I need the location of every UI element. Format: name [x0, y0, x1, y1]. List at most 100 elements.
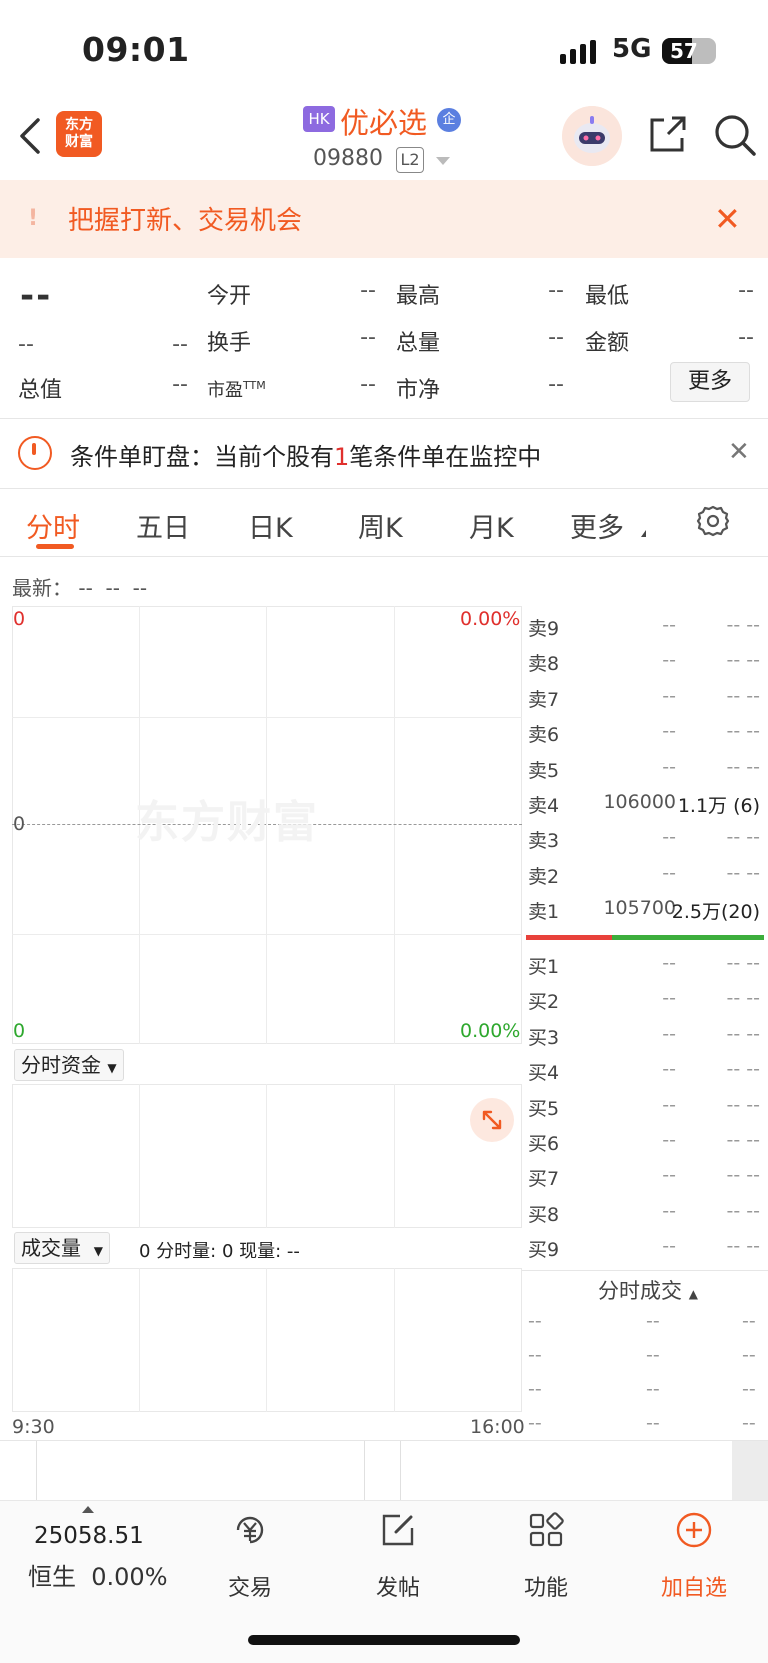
ask-price: --	[662, 684, 676, 707]
bid-volume: -- --	[726, 1164, 760, 1187]
logo-text: 东方财富	[65, 117, 93, 150]
edit-icon[interactable]	[378, 1510, 418, 1550]
ask-row[interactable]: 卖9 -- -- --	[526, 614, 768, 649]
bid-price: --	[662, 1022, 676, 1045]
trade-cell: --	[646, 1310, 660, 1332]
fund-chart[interactable]	[12, 1084, 522, 1228]
quote-value-turnover: --	[360, 325, 376, 350]
divider	[0, 488, 768, 489]
ask-row[interactable]: 卖1 105700 2.5万(20)	[526, 897, 768, 932]
chart-top-right-pct: 0.00%	[460, 608, 521, 630]
search-icon[interactable]	[712, 112, 758, 158]
index-label[interactable]: 恒生 0.00%	[28, 1557, 168, 1592]
ask-level-label: 卖6	[528, 724, 560, 747]
expand-arrows-icon	[482, 1110, 502, 1130]
tab-monthly-k[interactable]: 月K	[469, 506, 514, 545]
back-icon[interactable]	[16, 112, 46, 160]
bid-level-label: 买3	[528, 1026, 560, 1049]
tab-intraday[interactable]: 分时	[26, 506, 80, 545]
scroll-thumb[interactable]	[732, 1441, 768, 1501]
ask-volume: -- --	[726, 826, 760, 849]
ask-level-label: 卖4	[528, 795, 560, 817]
add-watchlist-button[interactable]: 加自选	[634, 1570, 754, 1602]
bid-row[interactable]: 买7 -- -- --	[526, 1164, 768, 1199]
watermark: 东方财富	[135, 797, 319, 848]
pe-label: 市盈	[207, 380, 243, 401]
more-quote-button[interactable]: 更多	[670, 362, 750, 402]
index-value[interactable]: 25058.51	[34, 1523, 144, 1549]
status-time: 09:01	[82, 30, 190, 69]
volume-chart[interactable]	[12, 1268, 522, 1412]
stock-name[interactable]: 优必选	[340, 100, 427, 142]
grid-line	[394, 1268, 395, 1412]
bid-row[interactable]: 买5 -- -- --	[526, 1094, 768, 1129]
volume-dropdown[interactable]: 成交量 ▼	[14, 1232, 110, 1264]
stock-code[interactable]: 09880	[313, 146, 383, 171]
fund-dropdown[interactable]: 分时资金 ▼	[14, 1049, 124, 1081]
assistant-robot-icon[interactable]	[562, 106, 622, 166]
ask-level-label: 卖1	[528, 901, 560, 924]
grid-line	[139, 1268, 140, 1412]
tab-more[interactable]: 更多	[570, 506, 624, 545]
close-icon[interactable]: ✕	[714, 200, 741, 238]
trade-button[interactable]: 交易	[190, 1570, 310, 1602]
ask-row[interactable]: 卖8 -- -- --	[526, 649, 768, 684]
chevron-up-icon[interactable]	[82, 1506, 94, 1513]
divider	[400, 1441, 401, 1501]
ask-row[interactable]: 卖3 -- -- --	[526, 826, 768, 861]
ask-level-label: 卖2	[528, 865, 560, 888]
trade-cell: --	[742, 1344, 756, 1366]
bid-level-label: 买8	[528, 1203, 560, 1226]
bid-row[interactable]: 买9 -- -- --	[526, 1235, 768, 1270]
ask-price: --	[662, 755, 676, 778]
trade-cell: --	[528, 1310, 542, 1332]
quote-value-amount: --	[738, 325, 754, 350]
banner-text[interactable]: 把握打新、交易机会	[68, 200, 302, 237]
ask-row[interactable]: 卖5 -- -- --	[526, 756, 768, 791]
expand-icon[interactable]	[470, 1098, 514, 1142]
bid-level-label: 买6	[528, 1133, 560, 1155]
scroll-strip[interactable]	[0, 1440, 768, 1501]
trades-title[interactable]: 分时成交 ▲	[598, 1275, 698, 1305]
grid-apps-icon[interactable]	[526, 1510, 566, 1550]
post-button[interactable]: 发帖	[338, 1570, 458, 1602]
bid-row[interactable]: 买6 -- -- --	[526, 1129, 768, 1164]
trades-title-label: 分时成交	[598, 1279, 682, 1303]
quote-label-turnover: 换手	[207, 331, 252, 356]
add-watchlist-icon[interactable]	[674, 1510, 714, 1550]
gear-icon[interactable]	[696, 504, 730, 538]
tab-weekly-k[interactable]: 周K	[358, 506, 403, 545]
bid-row[interactable]: 买1 -- -- --	[526, 952, 768, 987]
chart-mid-left-value: 0	[13, 813, 26, 835]
bid-row[interactable]: 买2 -- -- --	[526, 987, 768, 1022]
time-axis-end: 16:00	[470, 1416, 525, 1438]
quote-label-high: 最高	[396, 284, 441, 309]
chevron-down-icon[interactable]	[436, 157, 450, 165]
grid-line	[12, 717, 522, 718]
bid-price: --	[662, 952, 676, 974]
function-button[interactable]: 功能	[486, 1570, 606, 1602]
bid-row[interactable]: 买3 -- -- --	[526, 1023, 768, 1058]
condition-order-text[interactable]: 条件单盯盘：当前个股有1笔条件单在监控中	[70, 437, 541, 472]
close-icon[interactable]: ✕	[728, 437, 750, 467]
divider	[364, 1441, 365, 1501]
bid-row[interactable]: 买8 -- -- --	[526, 1200, 768, 1235]
trade-cell: --	[742, 1378, 756, 1400]
chevron-down-icon	[636, 530, 646, 537]
chevron-up-icon: ▲	[688, 1287, 698, 1301]
bid-row[interactable]: 买4 -- -- --	[526, 1058, 768, 1093]
tab-daily-k[interactable]: 日K	[248, 506, 293, 545]
ask-row[interactable]: 卖4 106000 1.1万 (6)	[526, 791, 768, 826]
grid-line	[394, 606, 395, 1044]
trade-yen-icon[interactable]	[230, 1510, 270, 1550]
index-name: 恒生	[28, 1563, 76, 1591]
battery-icon: 57	[662, 38, 716, 64]
ask-row[interactable]: 卖2 -- -- --	[526, 862, 768, 897]
share-icon[interactable]	[646, 112, 690, 156]
grid-line	[266, 1268, 267, 1412]
ask-row[interactable]: 卖7 -- -- --	[526, 685, 768, 720]
quote-value-total-value: --	[172, 372, 188, 397]
monitor-icon	[18, 436, 52, 470]
tab-five-day[interactable]: 五日	[136, 506, 190, 545]
ask-row[interactable]: 卖6 -- -- --	[526, 720, 768, 755]
